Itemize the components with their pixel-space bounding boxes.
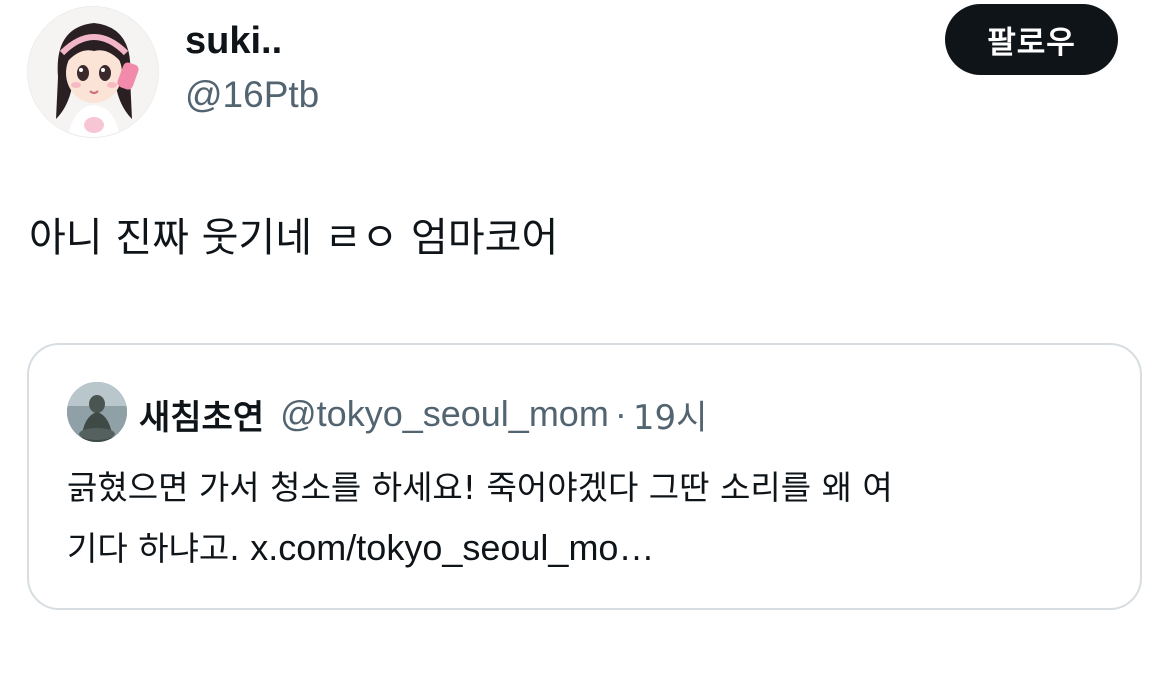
quoted-tweet-header: 새침초연 @tokyo_seoul_mom · 19시 [139, 389, 707, 439]
follow-button[interactable]: 팔로우 [945, 4, 1118, 75]
quoted-author-handle[interactable]: @tokyo_seoul_mom [280, 393, 609, 435]
tweet-text: 아니 진짜 웃기네 ㄹㅇ 엄마코어 [29, 215, 559, 261]
quoted-tweet-link[interactable]: x.com/tokyo_seoul_mo… [250, 527, 654, 568]
quoted-tweet-line-2-text: 기다 하냐고. [67, 529, 251, 568]
author-handle[interactable]: @16Ptb [185, 72, 319, 118]
quoted-tweet-card[interactable]: 새침초연 @tokyo_seoul_mom · 19시 긁혔으면 가서 청소를 … [27, 343, 1142, 610]
quoted-author-display-name[interactable]: 새침초연 [139, 390, 264, 439]
quoted-tweet-line-2: 기다 하냐고. x.com/tokyo_seoul_mo… [67, 518, 1107, 579]
quoted-tweet-timestamp[interactable]: 19시 [633, 390, 708, 439]
buddha-statue-avatar-icon [67, 382, 127, 442]
cartoon-girl-avatar-icon [28, 7, 158, 137]
author-avatar[interactable] [27, 6, 159, 138]
quoted-author-avatar[interactable] [67, 382, 127, 442]
author-display-name[interactable]: suki.. [185, 18, 282, 64]
quoted-tweet-body: 긁혔으면 가서 청소를 하세요! 죽어야겠다 그딴 소리를 왜 여 기다 하냐고… [67, 458, 1107, 579]
header-separator: · [614, 393, 627, 434]
quoted-tweet-line-1: 긁혔으면 가서 청소를 하세요! 죽어야겠다 그딴 소리를 왜 여 [67, 468, 893, 507]
